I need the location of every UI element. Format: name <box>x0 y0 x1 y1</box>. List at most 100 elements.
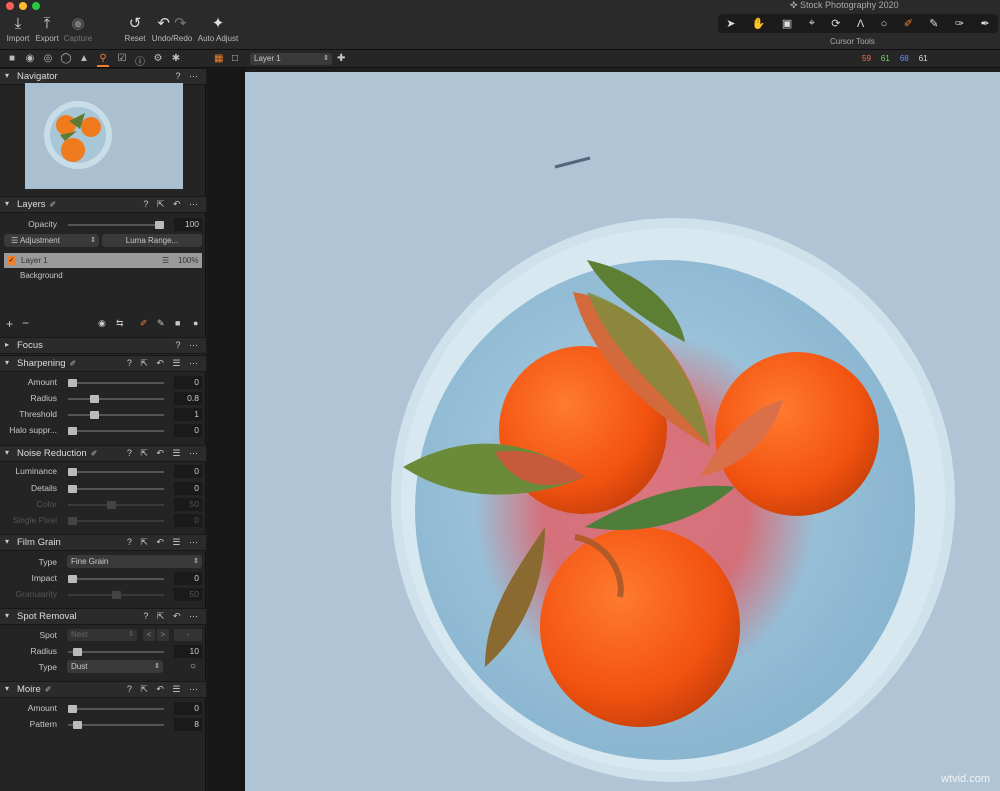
pan-hand-icon[interactable]: ✋ <box>752 17 766 30</box>
spot-type-select[interactable]: Dust⇕ <box>67 660 163 673</box>
disclosure-icon[interactable]: ▸ <box>5 340 9 349</box>
library-tab-icon[interactable]: ■ <box>6 53 18 64</box>
delete-spot-button[interactable]: - <box>174 629 202 641</box>
add-layer-icon[interactable]: ✚ <box>337 53 345 64</box>
close-window-button[interactable] <box>6 2 14 10</box>
eraser-icon[interactable]: ✎ <box>929 17 938 30</box>
layers-header[interactable]: ▾ Layers✐ ? ⇱ ↶ ⋯ <box>0 196 206 213</box>
export-button[interactable]: ⤒Export <box>33 14 61 43</box>
slider-track[interactable] <box>68 504 164 506</box>
remove-layer-icon[interactable]: − <box>22 316 29 330</box>
capture-button[interactable]: ◉Capture <box>62 14 94 43</box>
adjustment-select[interactable]: ☰ Adjustment⇕ <box>4 234 99 247</box>
navigator-thumbnail[interactable] <box>25 83 183 189</box>
next-spot-button[interactable]: > <box>157 629 169 641</box>
grid-view-icon[interactable]: ▦ <box>214 53 223 64</box>
spot-circle-icon[interactable]: ○ <box>881 18 888 30</box>
slider-knob[interactable] <box>107 501 116 509</box>
mask-display-icon[interactable]: ◉ <box>98 318 106 329</box>
spot-removal-header[interactable]: ▾ Spot Removal ? ⇱ ↶ ⋯ <box>0 608 206 625</box>
previous-spot-button[interactable]: < <box>143 629 155 641</box>
disclosure-icon[interactable]: ▾ <box>5 537 9 546</box>
slider-knob[interactable] <box>73 721 82 729</box>
capture-tab-icon[interactable]: ◉ <box>24 53 36 64</box>
layer-1-row[interactable]: ✓ Layer 1 ☰ 100% <box>4 253 202 268</box>
rotate-icon[interactable]: ⟳ <box>831 17 840 30</box>
auto-adjust-button[interactable]: ✦Auto Adjust <box>196 14 240 43</box>
slider-track[interactable] <box>68 382 164 384</box>
focus-header[interactable]: ▸ Focus ? ⋯ <box>0 337 206 354</box>
brush-icon[interactable]: ✐ <box>904 17 913 30</box>
metadata-tab-icon[interactable]: ⓘ <box>134 53 146 68</box>
slider-track[interactable] <box>68 594 164 596</box>
tool-controls-icons[interactable]: ? ⇱ ↶ ☰ ⋯ <box>127 684 201 695</box>
swap-icon[interactable]: ⇆ <box>116 318 124 329</box>
slider-knob[interactable] <box>68 379 77 387</box>
disclosure-icon[interactable]: ▾ <box>5 358 9 367</box>
tool-controls-icons[interactable]: ? ⇱ ↶ ☰ ⋯ <box>127 537 201 548</box>
radial-mask-icon[interactable]: ● <box>193 318 198 328</box>
film-grain-header[interactable]: ▾ Film Grain ? ⇱ ↶ ☰ ⋯ <box>0 534 206 551</box>
color-tab-icon[interactable]: ◯ <box>60 53 72 64</box>
slider-knob[interactable] <box>68 517 77 525</box>
noise-reduction-header[interactable]: ▾ Noise Reduction✐ ? ⇱ ↶ ☰ ⋯ <box>0 445 206 462</box>
tool-help-menu-icons[interactable]: ? ⋯ <box>175 340 201 351</box>
slider-knob[interactable] <box>112 591 121 599</box>
import-button[interactable]: ⤓Import <box>4 14 32 43</box>
tool-controls-icons[interactable]: ? ⇱ ↶ ⋯ <box>143 611 201 622</box>
moire-header[interactable]: ▾ Moire✐ ? ⇱ ↶ ☰ ⋯ <box>0 681 206 698</box>
picker-icon[interactable]: ✑ <box>955 17 964 30</box>
slider-knob[interactable] <box>155 221 164 229</box>
sharpening-header[interactable]: ▾ Sharpening✐ ? ⇱ ↶ ☰ ⋯ <box>0 355 206 372</box>
disclosure-icon[interactable]: ▾ <box>5 199 9 208</box>
erase-mask-icon[interactable]: ✎ <box>157 318 165 329</box>
image-viewer[interactable]: wtvid.com <box>245 72 1000 791</box>
circle-icon[interactable]: ○ <box>190 661 196 672</box>
adjustments-tab-icon[interactable]: ☑ <box>116 53 128 64</box>
slider-track[interactable] <box>68 578 164 580</box>
disclosure-icon[interactable]: ▾ <box>5 684 9 693</box>
add-layer-icon[interactable]: + <box>6 317 13 331</box>
slider-track[interactable] <box>68 398 164 400</box>
slider-knob[interactable] <box>73 648 82 656</box>
spot-select[interactable]: Next⇕ <box>67 629 137 641</box>
slider-knob[interactable] <box>68 427 77 435</box>
slider-track[interactable] <box>68 430 164 432</box>
opacity-value[interactable]: 100 <box>174 218 202 231</box>
batch-tab-icon[interactable]: ✱ <box>170 53 182 64</box>
slider-track[interactable] <box>68 414 164 416</box>
slider-knob[interactable] <box>68 575 77 583</box>
disclosure-icon[interactable]: ▾ <box>5 448 9 457</box>
slider-track[interactable] <box>68 488 164 490</box>
disclosure-icon[interactable]: ▾ <box>5 611 9 620</box>
tool-controls-icons[interactable]: ? ⇱ ↶ ☰ ⋯ <box>127 358 201 369</box>
disclosure-icon[interactable]: ▾ <box>5 71 9 80</box>
loupe-icon[interactable]: ▣ <box>782 17 792 30</box>
reset-button[interactable]: ↺Reset <box>122 14 148 43</box>
tool-controls-icons[interactable]: ? ⇱ ↶ ⋯ <box>143 199 201 210</box>
layer-select[interactable]: Layer 1⇕ <box>250 53 332 65</box>
slider-track[interactable] <box>68 708 164 710</box>
slider-knob[interactable] <box>68 485 77 493</box>
single-view-icon[interactable]: □ <box>232 53 238 64</box>
select-cursor-icon[interactable]: ➤ <box>726 17 735 30</box>
output-tab-icon[interactable]: ⚙ <box>152 53 164 64</box>
gradient-mask-icon[interactable]: ■ <box>175 318 180 328</box>
keystone-icon[interactable]: Λ <box>857 18 864 30</box>
grain-type-select[interactable]: Fine Grain⇕ <box>67 555 202 568</box>
zoom-window-button[interactable] <box>32 2 40 10</box>
minimize-window-button[interactable] <box>19 2 27 10</box>
pen-icon[interactable]: ✒ <box>981 17 990 30</box>
crop-icon[interactable]: ⌖ <box>809 17 815 30</box>
tool-help-menu-icons[interactable]: ? ⋯ <box>175 71 201 82</box>
lens-tab-icon[interactable]: ◎ <box>42 53 54 64</box>
exposure-tab-icon[interactable]: ▲ <box>78 53 90 64</box>
draw-mask-icon[interactable]: ✐ <box>140 318 148 329</box>
slider-knob[interactable] <box>68 468 77 476</box>
slider-track[interactable] <box>68 651 164 653</box>
luma-range-button[interactable]: Luma Range... <box>102 234 202 247</box>
slider-track[interactable] <box>68 520 164 522</box>
slider-track[interactable] <box>68 471 164 473</box>
tool-controls-icons[interactable]: ? ⇱ ↶ ☰ ⋯ <box>127 448 201 459</box>
background-layer-row[interactable]: Background <box>20 271 63 280</box>
